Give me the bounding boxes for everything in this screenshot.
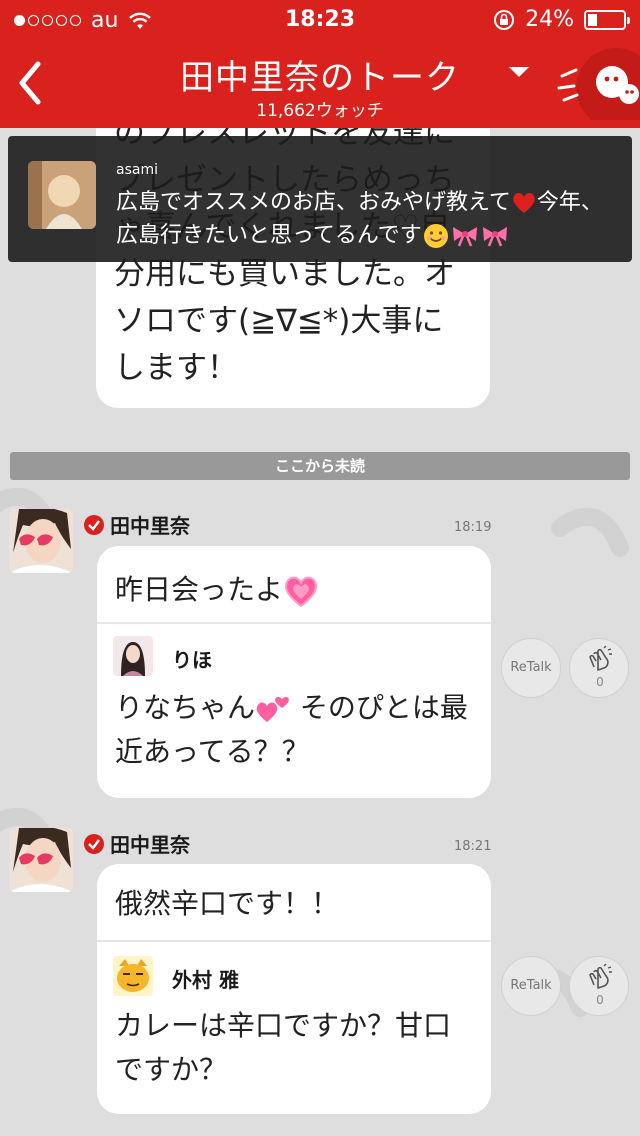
reply-divider — [97, 940, 491, 942]
ribbon-emoji — [482, 227, 507, 247]
clap-button[interactable]: 0 — [569, 638, 629, 698]
mascot-icon[interactable] — [556, 48, 640, 120]
retalk-button[interactable]: ReTalk — [501, 956, 561, 1016]
header-bar: au 18:23 24% 田中里奈のトーク 11,662ウォッチ — [0, 0, 640, 128]
message-time: 18:21 — [454, 839, 492, 854]
clap-count: 0 — [596, 675, 604, 689]
watch-count: 11,662ウォッチ — [256, 101, 384, 121]
notification-banner[interactable]: asami 広島でオススメのお店、おみやげ教えて 今年、広島行きたいと思ってるんで… — [8, 136, 632, 262]
sender-name-row: 田中里奈 — [84, 829, 190, 858]
clap-button[interactable]: 0 — [569, 956, 629, 1016]
smile-emoji — [423, 224, 448, 248]
rotation-lock-icon — [494, 9, 515, 30]
clap-icon — [589, 963, 612, 989]
ribbon-emoji — [452, 227, 477, 247]
message-bubble[interactable]: 俄然辛口です！！ 外村 雅 カレーは辛口ですか？甘口ですか？ — [97, 864, 491, 1114]
notification-text: 広島でオススメのお店、おみやげ教えて 今年、広島行きたいと思ってるんです — [116, 190, 603, 248]
sender-avatar[interactable] — [9, 828, 73, 892]
verified-icon — [84, 833, 104, 854]
reply-avatar — [113, 956, 153, 996]
status-bar: au 18:23 24% — [0, 0, 640, 40]
pink-heart-emoji — [284, 576, 318, 608]
sender-name: 田中里奈 — [110, 833, 190, 857]
dropdown-caret-icon[interactable] — [508, 66, 530, 78]
page-title[interactable]: 田中里奈のトーク — [0, 50, 640, 99]
sender-name: 田中里奈 — [110, 514, 190, 538]
reply-text: りなちゃん そのぴとは最近あってる？？ — [115, 691, 468, 768]
clap-count: 0 — [596, 993, 604, 1007]
sender-avatar[interactable] — [9, 509, 73, 573]
two-hearts-emoji — [256, 696, 289, 722]
reply-divider — [97, 622, 491, 624]
message-text: 昨日会ったよ — [115, 568, 319, 608]
reply-username: りほ — [172, 648, 212, 672]
message-time: 18:19 — [454, 520, 492, 535]
unread-divider: ここから未読 — [10, 452, 630, 480]
reply-text: カレーは辛口ですか？甘口ですか？ — [115, 1009, 452, 1086]
message-bubble[interactable]: 昨日会ったよ りほ りなちゃん そのぴとは最近あってる？？ — [97, 546, 491, 798]
sender-name-row: 田中里奈 — [84, 510, 190, 539]
reply-username: 外村 雅 — [172, 968, 239, 992]
verified-icon — [84, 514, 104, 535]
chat-area[interactable]: のブレスレットを友達にプレゼントしたらめっちゃ喜んでくれました♡自分用にも買いま… — [0, 128, 640, 1136]
clap-icon — [589, 645, 612, 671]
notification-username: asami — [116, 162, 158, 178]
battery-icon — [584, 9, 630, 30]
notification-avatar — [28, 161, 96, 229]
reply-avatar — [113, 636, 153, 676]
message-text: 俄然辛口です！！ — [115, 887, 340, 920]
retalk-button[interactable]: ReTalk — [501, 638, 561, 698]
heart-emoji — [513, 193, 535, 213]
battery-percent: 24% — [525, 7, 574, 32]
